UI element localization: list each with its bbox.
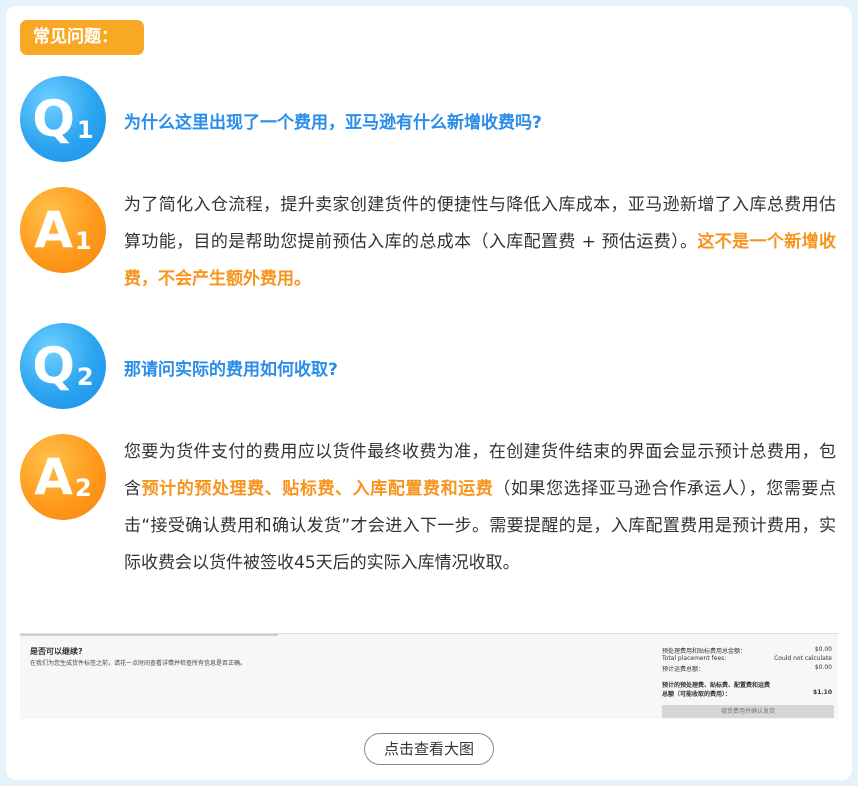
q1-badge-icon: Q 1 [20,76,106,162]
faq-card: 常见问题： Q 1 为什么这里出现了一个费用，亚马逊有什么新增收费吗? A 1 … [6,6,852,780]
fee-row: Total placement fees: Could not calculat… [662,655,832,662]
divider [20,634,278,636]
fee-row: 预计的预处理费、贴标费、配置费和运费 [662,682,771,689]
section-title: 常见问题： [20,20,144,55]
fee-total-row: 总额（可能收取的费用）： $1.10 [662,689,832,698]
question-2: 那请问实际的费用如何收取? [124,360,338,380]
screenshot-subtitle: 在我们为您生成货件标签之前，请花一点时间查看详情并检查所有信息是否正确。 [30,660,247,667]
accept-fees-button[interactable]: 接受费用并确认发货 [662,705,834,718]
fee-row: 预处理费用和贴标费用总金额： $0.00 [662,646,832,655]
answer-2: 您要为货件支付的费用应以货件最终收费为准，在创建货件结束的界面会显示预计总费用，… [124,434,836,582]
view-large-image-button[interactable]: 点击查看大图 [364,733,494,765]
answer-2-highlight: 预计的预处理费、贴标费、入库配置费和运费 [141,479,494,499]
fee-summary-screenshot: 是否可以继续? 在我们为您生成货件标签之前，请花一点时间查看详情并检查所有信息是… [20,633,838,719]
screenshot-title: 是否可以继续? [30,647,83,656]
q2-badge-icon: Q 2 [20,323,106,409]
fee-row: 预计运费总额： $0.00 [662,664,832,673]
a1-badge-icon: A 1 [20,187,106,273]
question-1: 为什么这里出现了一个费用，亚马逊有什么新增收费吗? [124,113,542,133]
fee-summary-panel: 预处理费用和贴标费用总金额： $0.00 Total placement fee… [656,634,838,720]
answer-1: 为了简化入仓流程，提升卖家创建货件的便捷性与降低入库成本，亚马逊新增了入库总费用… [124,187,836,298]
a2-badge-icon: A 2 [20,434,106,520]
